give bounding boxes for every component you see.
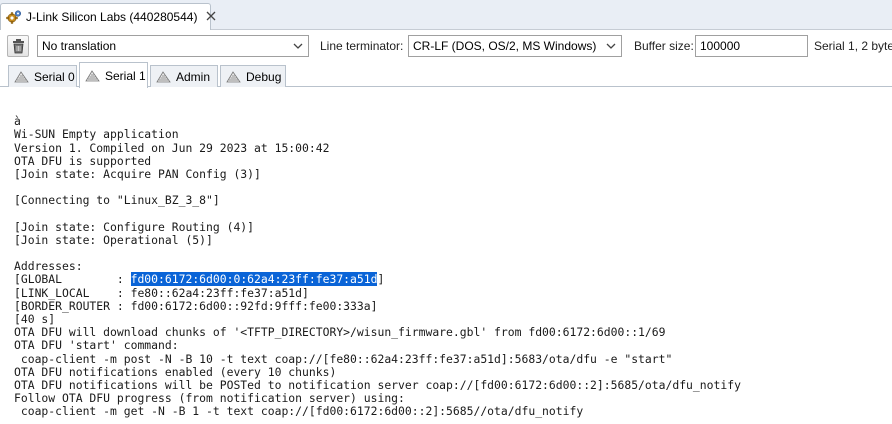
close-icon[interactable] xyxy=(205,10,217,24)
console-line: [Connecting to "Linux_BZ_3_8"] xyxy=(14,193,220,208)
console-line: OTA DFU is supported xyxy=(14,153,152,168)
editor-tab-title: J-Link Silicon Labs (440280544) xyxy=(26,10,198,24)
line-terminator-select[interactable]: CR-LF (DOS, OS/2, MS Windows) xyxy=(408,35,622,57)
serial-port-icon xyxy=(226,70,241,83)
console-line: [BORDER_ROUTER : fd00:6172:6d00::92fd:9f… xyxy=(14,298,378,313)
chevron-down-icon xyxy=(604,39,618,53)
clear-button[interactable] xyxy=(7,35,29,57)
buffer-size-input[interactable] xyxy=(695,35,808,57)
global-prefix: [GLOBAL : xyxy=(14,272,131,287)
tab-label: Serial 1 xyxy=(105,68,146,83)
serial-tabs: Serial 0 Serial 1 Admin Debug xyxy=(0,62,892,88)
global-suffix: ] xyxy=(377,272,385,287)
buffer-size-label: Buffer size: xyxy=(634,39,694,53)
tab-debug[interactable]: Debug xyxy=(220,65,286,87)
tab-serial-1[interactable]: Serial 1 xyxy=(79,62,148,88)
translation-select[interactable]: No translation xyxy=(37,35,309,57)
editor-tab-strip: J-Link Silicon Labs (440280544) xyxy=(0,0,892,30)
console-line: [LINK_LOCAL : fe80::62a4:23ff:fe37:a51d] xyxy=(14,285,309,300)
line-terminator-value: CR-LF (DOS, OS/2, MS Windows) xyxy=(413,39,597,53)
serial-console[interactable]: à Wi-SUN Empty application Version 1. Co… xyxy=(0,88,892,424)
translation-value: No translation xyxy=(42,39,117,53)
console-line: [Join state: Acquire PAN Config (3)] xyxy=(14,166,261,181)
tab-admin[interactable]: Admin xyxy=(150,65,218,87)
console-line: OTA DFU notifications enabled (every 10 … xyxy=(14,364,337,379)
chevron-down-icon xyxy=(291,39,305,53)
status-text: Serial 1, 2 bytes xyxy=(814,39,892,53)
console-line-global: [GLOBAL : fd00:6172:6d00:0:62a4:23ff:fe3… xyxy=(14,272,892,287)
console-line: Wi-SUN Empty application xyxy=(14,127,179,142)
console-line: OTA DFU 'start' command: xyxy=(14,338,179,353)
gear-icon xyxy=(6,9,22,25)
console-line: Version 1. Compiled on Jun 29 2023 at 15… xyxy=(14,140,330,155)
console-line: [Join state: Configure Routing (4)] xyxy=(14,219,255,234)
tab-serial-0[interactable]: Serial 0 xyxy=(8,65,77,87)
tab-label: Debug xyxy=(246,69,282,84)
clear-icon xyxy=(11,38,26,57)
serial-port-icon xyxy=(14,70,29,83)
editor-tab-jlink[interactable]: J-Link Silicon Labs (440280544) xyxy=(0,3,216,30)
line-terminator-label: Line terminator: xyxy=(320,39,404,53)
console-line: coap-client -m post -N -B 10 -t text coa… xyxy=(14,351,673,366)
serial-port-icon xyxy=(156,70,171,83)
tab-label: Admin xyxy=(176,69,211,84)
console-line: coap-client -m get -N -B 1 -t text coap:… xyxy=(14,404,584,419)
selected-text[interactable]: fd00:6172:6d00:0:62a4:23ff:fe37:a51d xyxy=(130,272,378,287)
console-line: [Join state: Operational (5)] xyxy=(14,232,213,247)
tab-label: Serial 0 xyxy=(34,69,75,84)
terminal-toolbar: No translation Line terminator: CR-LF (D… xyxy=(0,31,892,61)
serial-port-icon xyxy=(85,69,100,82)
